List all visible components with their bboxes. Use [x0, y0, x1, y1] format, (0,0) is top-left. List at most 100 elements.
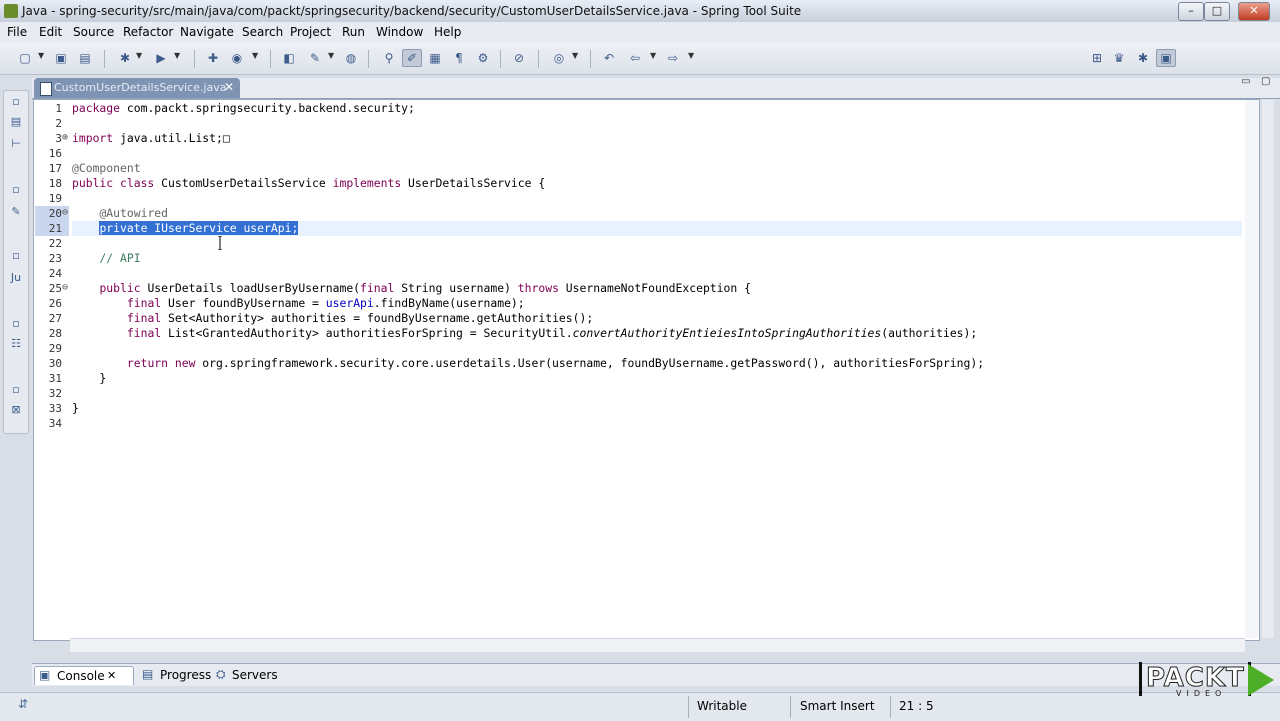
- java-perspective-icon[interactable]: ▣: [1156, 49, 1176, 67]
- menu-refactor[interactable]: Refactor: [123, 25, 173, 39]
- code-line[interactable]: }: [72, 371, 106, 386]
- code-line[interactable]: final List<GrantedAuthority> authorities…: [72, 326, 977, 341]
- code-line[interactable]: import java.util.List;□: [72, 131, 230, 146]
- close-tab-icon[interactable]: ✕: [224, 80, 234, 94]
- tab-progress-label: Progress: [160, 668, 212, 682]
- restore-icon[interactable]: ▫: [9, 183, 23, 197]
- line-number: 19: [48, 192, 62, 205]
- tab-progress[interactable]: ▤ Progress: [142, 666, 218, 684]
- save-all-icon[interactable]: ▤: [76, 50, 94, 66]
- restore-icon[interactable]: ▫: [9, 383, 23, 397]
- code-line[interactable]: public UserDetails loadUserByUsername(fi…: [72, 281, 751, 296]
- toggle-breadcrumb-icon[interactable]: ⚲: [380, 50, 398, 66]
- run-dropdown-icon[interactable]: ▼: [174, 51, 180, 60]
- junit-icon[interactable]: Ju: [9, 271, 23, 285]
- spring-explorer-icon[interactable]: ⊠: [9, 403, 23, 417]
- overview-ruler[interactable]: [1262, 100, 1274, 638]
- window-title: Java - spring-security/src/main/java/com…: [22, 4, 802, 18]
- menu-navigate[interactable]: Navigate: [180, 25, 234, 39]
- maximize-view-icon[interactable]: ▢: [1261, 76, 1270, 87]
- menu-search[interactable]: Search: [242, 25, 283, 39]
- save-icon[interactable]: ▣: [52, 50, 70, 66]
- code-token: .findByName(username);: [373, 296, 525, 310]
- pin-icon[interactable]: ⚙: [474, 50, 492, 66]
- restore-icon[interactable]: ▫: [9, 95, 23, 109]
- fold-toggle-icon[interactable]: ⊕: [62, 132, 68, 143]
- vertical-scrollbar[interactable]: [1245, 100, 1259, 638]
- code-editor[interactable]: 1 2 3 ⊕ 16 17 18 19 20 ⊖ 21 22 23 24 25 ⊖ 26 27 28 29 30 31 32…: [33, 99, 1260, 641]
- menu-window[interactable]: Window: [376, 25, 423, 39]
- fold-toggle-icon[interactable]: ⊖: [62, 207, 68, 218]
- restore-icon[interactable]: ▫: [9, 317, 23, 331]
- close-console-icon[interactable]: ✕: [107, 669, 116, 682]
- search-tool-icon[interactable]: ✎: [306, 50, 324, 66]
- menu-help[interactable]: Help: [434, 25, 461, 39]
- menu-source[interactable]: Source: [73, 25, 114, 39]
- new-java-project-icon[interactable]: ✚: [204, 50, 222, 66]
- outline-icon[interactable]: ☷: [9, 337, 23, 351]
- back-dropdown-icon[interactable]: ▼: [650, 51, 656, 60]
- code-line[interactable]: return new org.springframework.security.…: [72, 356, 984, 371]
- java-ee-perspective-icon[interactable]: ♛: [1110, 50, 1128, 66]
- servers-icon: ⛭: [216, 667, 226, 681]
- packt-video-logo: PACKT VIDEO: [1136, 660, 1276, 700]
- tab-servers[interactable]: ⛭ Servers: [216, 666, 286, 684]
- minimize-view-icon[interactable]: ▭: [1241, 76, 1250, 87]
- debug-icon[interactable]: ✱: [116, 50, 134, 66]
- menu-edit[interactable]: Edit: [39, 25, 62, 39]
- code-line[interactable]: // API: [72, 251, 140, 266]
- forward-dropdown-icon[interactable]: ▼: [688, 51, 694, 60]
- mark-occurrences-icon[interactable]: ✐: [402, 49, 422, 67]
- fold-toggle-icon[interactable]: ⊖: [62, 282, 68, 293]
- code-line[interactable]: final User foundByUsername = userApi.fin…: [72, 296, 525, 311]
- show-whitespace-icon[interactable]: ¶: [450, 50, 468, 66]
- horizontal-scrollbar[interactable]: [70, 638, 1245, 652]
- editor-tab-bar: CustomUserDetailsService.java ✕: [32, 78, 1280, 99]
- tab-console[interactable]: ▣ Console ✕: [34, 666, 134, 685]
- open-perspective-icon[interactable]: ⊞: [1088, 50, 1106, 66]
- next-annotation-icon[interactable]: ◎: [550, 50, 568, 66]
- code-line[interactable]: private IUserService userApi;: [72, 221, 299, 236]
- minimize-button[interactable]: –: [1178, 2, 1204, 21]
- restore-icon[interactable]: ▫: [9, 249, 23, 263]
- code-token: throws: [517, 281, 559, 295]
- open-type-icon[interactable]: ◧: [280, 50, 298, 66]
- new-class-dropdown-icon[interactable]: ▼: [252, 51, 258, 60]
- code-line[interactable]: package com.packt.springsecurity.backend…: [72, 101, 415, 116]
- debug-perspective-icon[interactable]: ✱: [1134, 50, 1152, 66]
- text-cursor-icon: [218, 236, 222, 250]
- annotation-dropdown-icon[interactable]: ▼: [572, 51, 578, 60]
- code-line[interactable]: }: [72, 401, 79, 416]
- block-selection-icon[interactable]: ▦: [426, 50, 444, 66]
- status-separator: [790, 696, 791, 718]
- code-token: final: [360, 281, 395, 295]
- search-dropdown-icon[interactable]: ▼: [328, 51, 334, 60]
- run-icon[interactable]: ▶: [152, 50, 170, 66]
- back-icon[interactable]: ⇦: [626, 50, 644, 66]
- new-icon[interactable]: ▢: [16, 50, 34, 66]
- menu-file[interactable]: File: [7, 25, 27, 39]
- fast-view-icon[interactable]: ⇵: [18, 697, 28, 711]
- type-hierarchy-icon[interactable]: ⊢: [9, 137, 23, 151]
- new-class-icon[interactable]: ◉: [228, 50, 246, 66]
- skip-breakpoints-icon[interactable]: ⊘: [510, 50, 528, 66]
- menu-project[interactable]: Project: [290, 25, 331, 39]
- new-dropdown-icon[interactable]: ▼: [38, 51, 44, 60]
- code-line[interactable]: final Set<Authority> authorities = found…: [72, 311, 593, 326]
- forward-icon[interactable]: ⇨: [664, 50, 682, 66]
- maximize-button[interactable]: □: [1204, 2, 1230, 21]
- open-task-icon[interactable]: ◍: [342, 50, 360, 66]
- tasks-icon[interactable]: ✎: [9, 205, 23, 219]
- code-line[interactable]: @Component: [72, 161, 141, 176]
- last-edit-icon[interactable]: ↶: [600, 50, 618, 66]
- menu-run[interactable]: Run: [342, 25, 365, 39]
- code-line[interactable]: @Autowired: [72, 206, 168, 221]
- toolbar-separator: [368, 50, 369, 68]
- editor-tab[interactable]: CustomUserDetailsService.java ✕: [34, 78, 240, 98]
- package-explorer-icon[interactable]: ▤: [9, 115, 23, 129]
- debug-dropdown-icon[interactable]: ▼: [136, 51, 142, 60]
- close-button[interactable]: ✕: [1238, 2, 1270, 21]
- code-line[interactable]: public class CustomUserDetailsService im…: [72, 176, 545, 191]
